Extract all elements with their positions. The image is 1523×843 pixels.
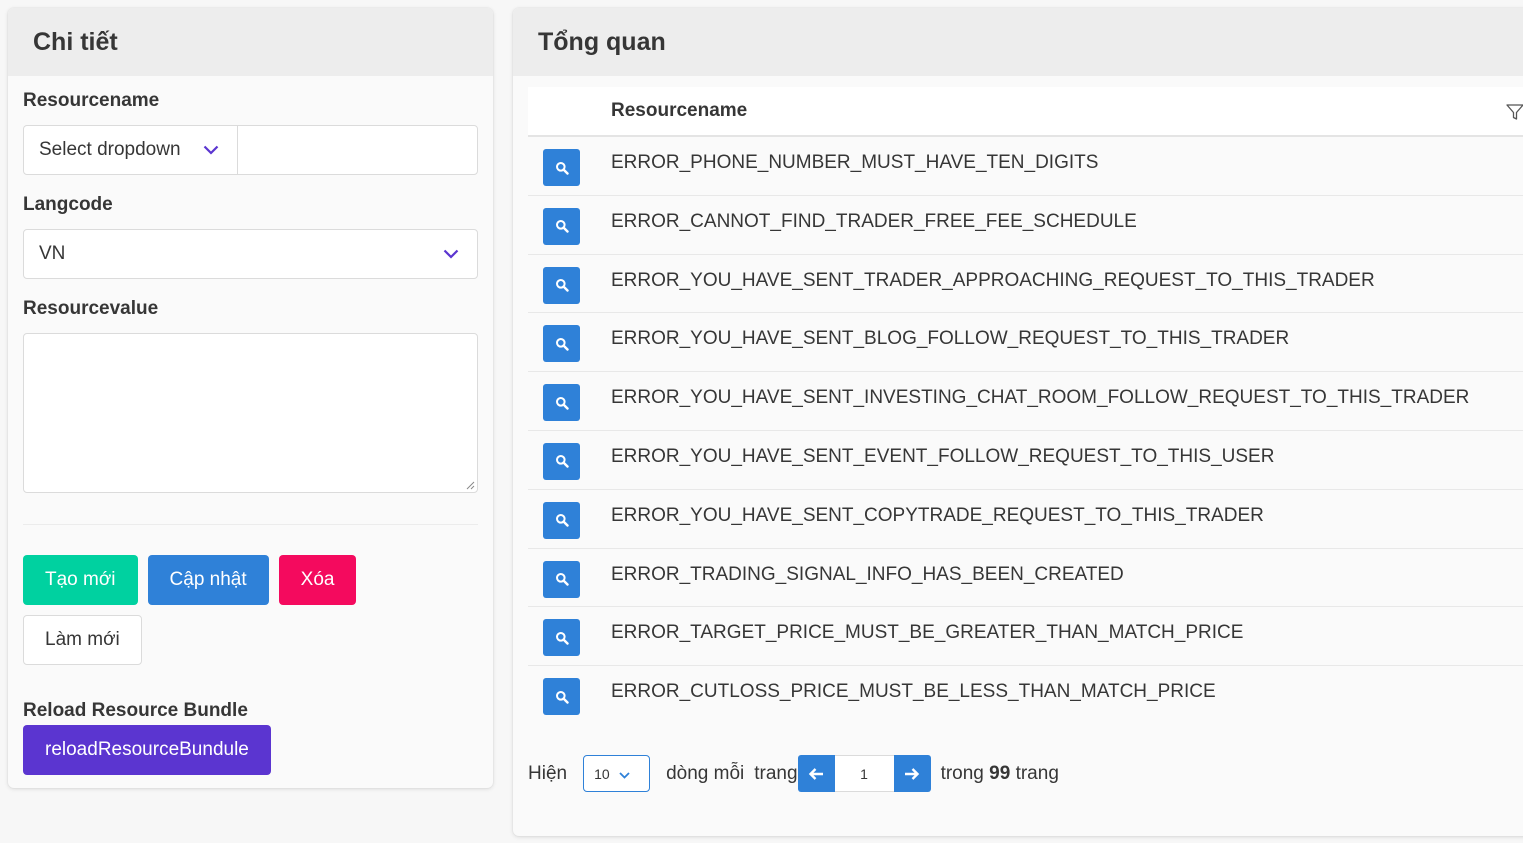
search-icon (555, 690, 569, 704)
detail-panel-title: Chi tiết (8, 8, 493, 76)
arrow-left-icon (808, 767, 824, 780)
table-row[interactable]: ERROR_YOU_HAVE_SENT_TRADER_APPROACHING_R… (528, 255, 1523, 314)
overview-panel-title: Tổng quan (513, 8, 1523, 76)
resourcename-input[interactable] (238, 126, 477, 174)
table-row[interactable]: ERROR_YOU_HAVE_SENT_BLOG_FOLLOW_REQUEST_… (528, 313, 1523, 373)
total-pages-text: trong 99 trang (940, 762, 1059, 784)
resourcename-label: Resourcename (23, 90, 160, 111)
search-icon (555, 279, 569, 292)
search-icon (555, 455, 569, 469)
resource-name-cell: ERROR_PHONE_NUMBER_MUST_HAVE_TEN_DIGITS (611, 152, 1099, 173)
reload-bundle-label: Reload Resource Bundle (23, 700, 248, 721)
delete-button[interactable]: Xóa (278, 555, 357, 605)
view-row-button[interactable] (543, 678, 580, 716)
prev-page-button[interactable] (797, 755, 835, 792)
per-page-value: 10 (594, 765, 610, 782)
search-icon (555, 220, 569, 233)
resource-name-cell: ERROR_CUTLOSS_PRICE_MUST_BE_LESS_THAN_MA… (611, 681, 1216, 703)
table-row[interactable]: ERROR_CANNOT_FIND_TRADER_FREE_FEE_SCHEDU… (528, 196, 1523, 255)
column-header-resourcename[interactable]: Resourcename (611, 100, 747, 122)
divider (23, 524, 478, 525)
resource-name-cell: ERROR_CANNOT_FIND_TRADER_FREE_FEE_SCHEDU… (611, 210, 1137, 232)
reload-bundle-button[interactable]: reloadResourceBundule (23, 725, 271, 775)
current-page-input[interactable]: 1 (834, 755, 894, 792)
resourcename-select[interactable]: Select dropdown (24, 126, 238, 174)
resource-name-cell: ERROR_YOU_HAVE_SENT_TRADER_APPROACHING_R… (611, 269, 1375, 291)
search-icon (555, 514, 569, 527)
view-row-button[interactable] (543, 325, 580, 363)
langcode-select-text: VN (39, 243, 66, 264)
resource-name-cell: ERROR_YOU_HAVE_SENT_BLOG_FOLLOW_REQUEST_… (611, 328, 1290, 350)
table-row[interactable]: ERROR_PHONE_NUMBER_MUST_HAVE_TEN_DIGITS (528, 137, 1523, 196)
chevron-down-icon (197, 140, 225, 160)
table-row[interactable]: ERROR_YOU_HAVE_SENT_EVENT_FOLLOW_REQUEST… (528, 431, 1523, 490)
view-row-button[interactable] (543, 442, 580, 480)
rows-per-label: dòng mỗi (666, 762, 745, 784)
langcode-label: Langcode (23, 194, 113, 215)
search-icon (555, 161, 569, 175)
view-row-button[interactable] (543, 619, 580, 657)
action-buttons: Tạo mới Cập nhật Xóa (23, 555, 478, 605)
chevron-down-icon (619, 766, 630, 782)
table-header: Resourcename (528, 87, 1523, 137)
resourcename-select-text: Select dropdown (39, 139, 181, 160)
search-icon (555, 573, 569, 586)
view-row-button[interactable] (543, 266, 580, 304)
resourcename-field: Select dropdown (23, 125, 478, 175)
search-icon (555, 396, 569, 410)
langcode-select[interactable]: VN (23, 229, 478, 279)
detail-panel: Chi tiết Resourcename Select dropdown La… (8, 8, 493, 788)
page-label: trang (754, 762, 798, 784)
update-button[interactable]: Cập nhật (147, 555, 269, 605)
table-row[interactable]: ERROR_YOU_HAVE_SENT_INVESTING_CHAT_ROOM_… (528, 372, 1523, 431)
refresh-button[interactable]: Làm mới (23, 615, 142, 665)
view-row-button[interactable] (543, 149, 580, 186)
table-row[interactable]: ERROR_YOU_HAVE_SENT_COPYTRADE_REQUEST_TO… (528, 490, 1523, 549)
resource-name-cell: ERROR_YOU_HAVE_SENT_EVENT_FOLLOW_REQUEST… (611, 445, 1275, 467)
view-row-button[interactable] (543, 560, 580, 598)
resourcevalue-textarea[interactable] (23, 333, 478, 493)
table-row[interactable]: ERROR_TRADING_SIGNAL_INFO_HAS_BEEN_CREAT… (528, 549, 1523, 608)
resource-table: Resourcename ERROR_PHONE_NUMBER_MUST_HAV… (528, 87, 1523, 725)
resource-name-cell: ERROR_YOU_HAVE_SENT_INVESTING_CHAT_ROOM_… (611, 387, 1470, 409)
resource-name-cell: ERROR_YOU_HAVE_SENT_COPYTRADE_REQUEST_TO… (611, 504, 1264, 526)
search-icon (555, 337, 569, 351)
table-body: ERROR_PHONE_NUMBER_MUST_HAVE_TEN_DIGITS E… (528, 137, 1523, 725)
resize-grip-icon[interactable] (465, 480, 475, 490)
per-page-select[interactable]: 10 (583, 755, 651, 792)
pagination: Hiện 10 dòng mỗi trang 1 trong 99 trang (528, 755, 1059, 792)
filter-icon[interactable] (1505, 102, 1523, 122)
table-row[interactable]: ERROR_TARGET_PRICE_MUST_BE_GREATER_THAN_… (528, 607, 1523, 667)
page-navigator: 1 (797, 755, 931, 792)
resourcevalue-label: Resourcevalue (23, 298, 159, 319)
arrow-right-icon (905, 767, 920, 780)
view-row-button[interactable] (543, 501, 580, 539)
next-page-button[interactable] (893, 755, 931, 792)
chevron-down-icon (437, 244, 465, 264)
view-row-button[interactable] (543, 207, 580, 245)
view-row-button[interactable] (543, 384, 580, 422)
resource-name-cell: ERROR_TARGET_PRICE_MUST_BE_GREATER_THAN_… (611, 622, 1244, 644)
search-icon (555, 631, 569, 645)
table-row[interactable]: ERROR_CUTLOSS_PRICE_MUST_BE_LESS_THAN_MA… (528, 666, 1523, 725)
total-pages: 99 (989, 762, 1011, 784)
create-button[interactable]: Tạo mới (23, 555, 138, 605)
resource-name-cell: ERROR_TRADING_SIGNAL_INFO_HAS_BEEN_CREAT… (611, 563, 1124, 585)
overview-panel: Tổng quan Resourcename ERROR_PHONE_NUMBE… (513, 8, 1523, 836)
pagination-show-label: Hiện (528, 762, 568, 784)
